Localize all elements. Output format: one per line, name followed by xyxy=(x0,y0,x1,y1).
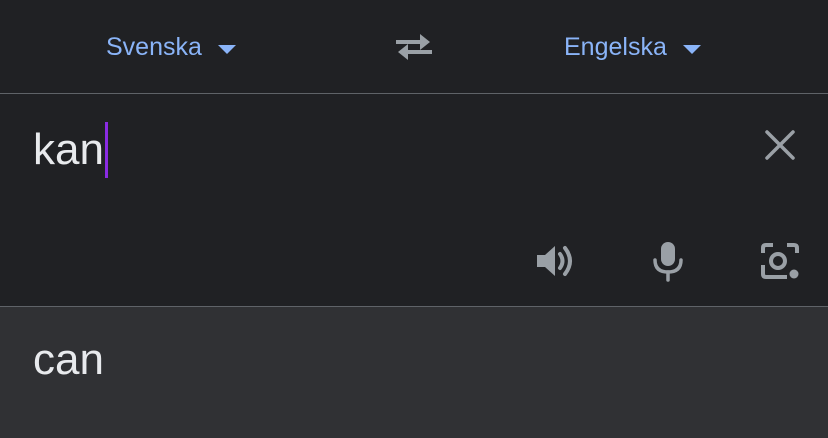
source-input-area[interactable]: kan xyxy=(0,95,828,306)
clear-button[interactable] xyxy=(764,129,796,161)
translate-app: Svenska Engelska kan can xyxy=(0,0,828,438)
chevron-down-icon xyxy=(682,45,701,54)
source-text-field[interactable]: kan xyxy=(33,122,108,178)
close-icon xyxy=(765,130,795,160)
camera-lens-icon xyxy=(761,243,799,279)
source-language-label: Svenska xyxy=(106,32,202,61)
swap-languages-button[interactable] xyxy=(392,29,436,63)
translation-output-area: can xyxy=(0,306,828,438)
listen-button[interactable] xyxy=(533,239,577,283)
text-cursor xyxy=(104,122,108,178)
target-language-label: Engelska xyxy=(564,32,667,61)
chevron-down-icon xyxy=(217,45,236,54)
speaker-icon xyxy=(537,246,572,276)
voice-input-button[interactable] xyxy=(646,239,690,283)
source-text: kan xyxy=(33,125,104,174)
target-language-selector[interactable]: Engelska xyxy=(564,30,701,64)
translation-text: can xyxy=(33,335,104,384)
swap-languages-icon xyxy=(396,34,432,60)
microphone-icon xyxy=(653,242,683,282)
source-language-selector[interactable]: Svenska xyxy=(106,30,236,64)
language-bar: Svenska Engelska xyxy=(0,0,828,94)
camera-translate-button[interactable] xyxy=(758,239,802,283)
